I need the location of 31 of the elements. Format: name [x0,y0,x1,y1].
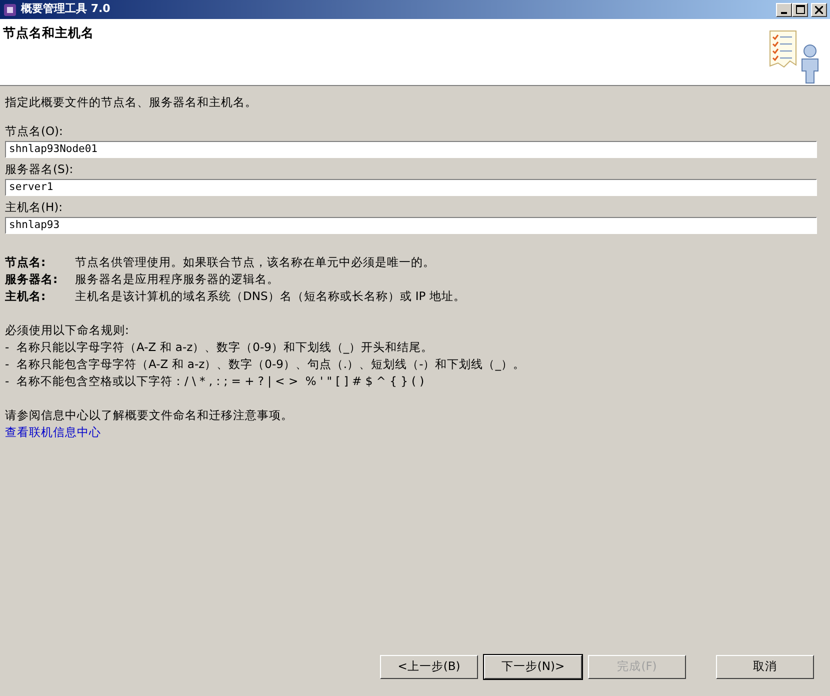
maximize-icon [796,5,805,14]
rules-heading: 必须使用以下命名规则: [5,322,130,339]
definition-term: 节点名: [5,254,47,271]
field-label: 主机名(H): [5,199,64,216]
info-center-link[interactable]: 查看联机信息中心 [5,425,101,439]
minimize-button[interactable] [776,2,792,16]
definition-term: 服务器名: [5,271,59,288]
field-label: 服务器名(S): [5,161,74,178]
input-field[interactable]: shnlap93Node01 [5,141,817,158]
rule-text: - 名称只能包含字母字符（A-Z 和 a-z）、数字（0-9）、句点（.）、短划线（-）和下划线（_）。 [5,356,526,373]
close-icon [815,6,823,14]
input-field[interactable]: server1 [5,179,817,196]
rule-text: - 名称只能以字母字符（A-Z 和 a-z）、数字（0-9）和下划线（_）开头和结尾。 [5,339,434,356]
description-text: 指定此概要文件的节点名、服务器名和主机名。 [5,94,258,111]
wizard-button[interactable]: <上一步(B) [380,655,478,679]
minimize-icon [781,12,788,14]
field-label: 节点名(O): [5,123,64,140]
definition-text: 节点名供管理使用。如果联合节点，该名称在单元中必须是唯一的。 [75,254,436,271]
page-title: 节点名和主机名 [3,25,94,42]
app-icon [3,2,17,16]
definition-term: 主机名: [5,288,47,305]
definition-text: 主机名是该计算机的域名系统（DNS）名（短名称或长名称）或 IP 地址。 [75,288,466,305]
window-title: 概要管理工具 7.0 [21,1,110,18]
wizard-button[interactable]: 下一步(N)> [484,655,582,679]
input-field[interactable]: shnlap93 [5,217,817,234]
wizard-button[interactable]: 取消 [716,655,814,679]
rule-text: - 名称不能包含空格或以下字符：/ \ * , : ; = + ? | < > % ' " [ ] # $ ^ { } ( ) [5,373,426,390]
maximize-button[interactable] [792,2,808,16]
close-button[interactable] [811,2,827,16]
note-text: 请参阅信息中心以了解概要文件命名和迁移注意事项。 [5,407,294,424]
definition-text: 服务器名是应用程序服务器的逻辑名。 [75,271,280,288]
